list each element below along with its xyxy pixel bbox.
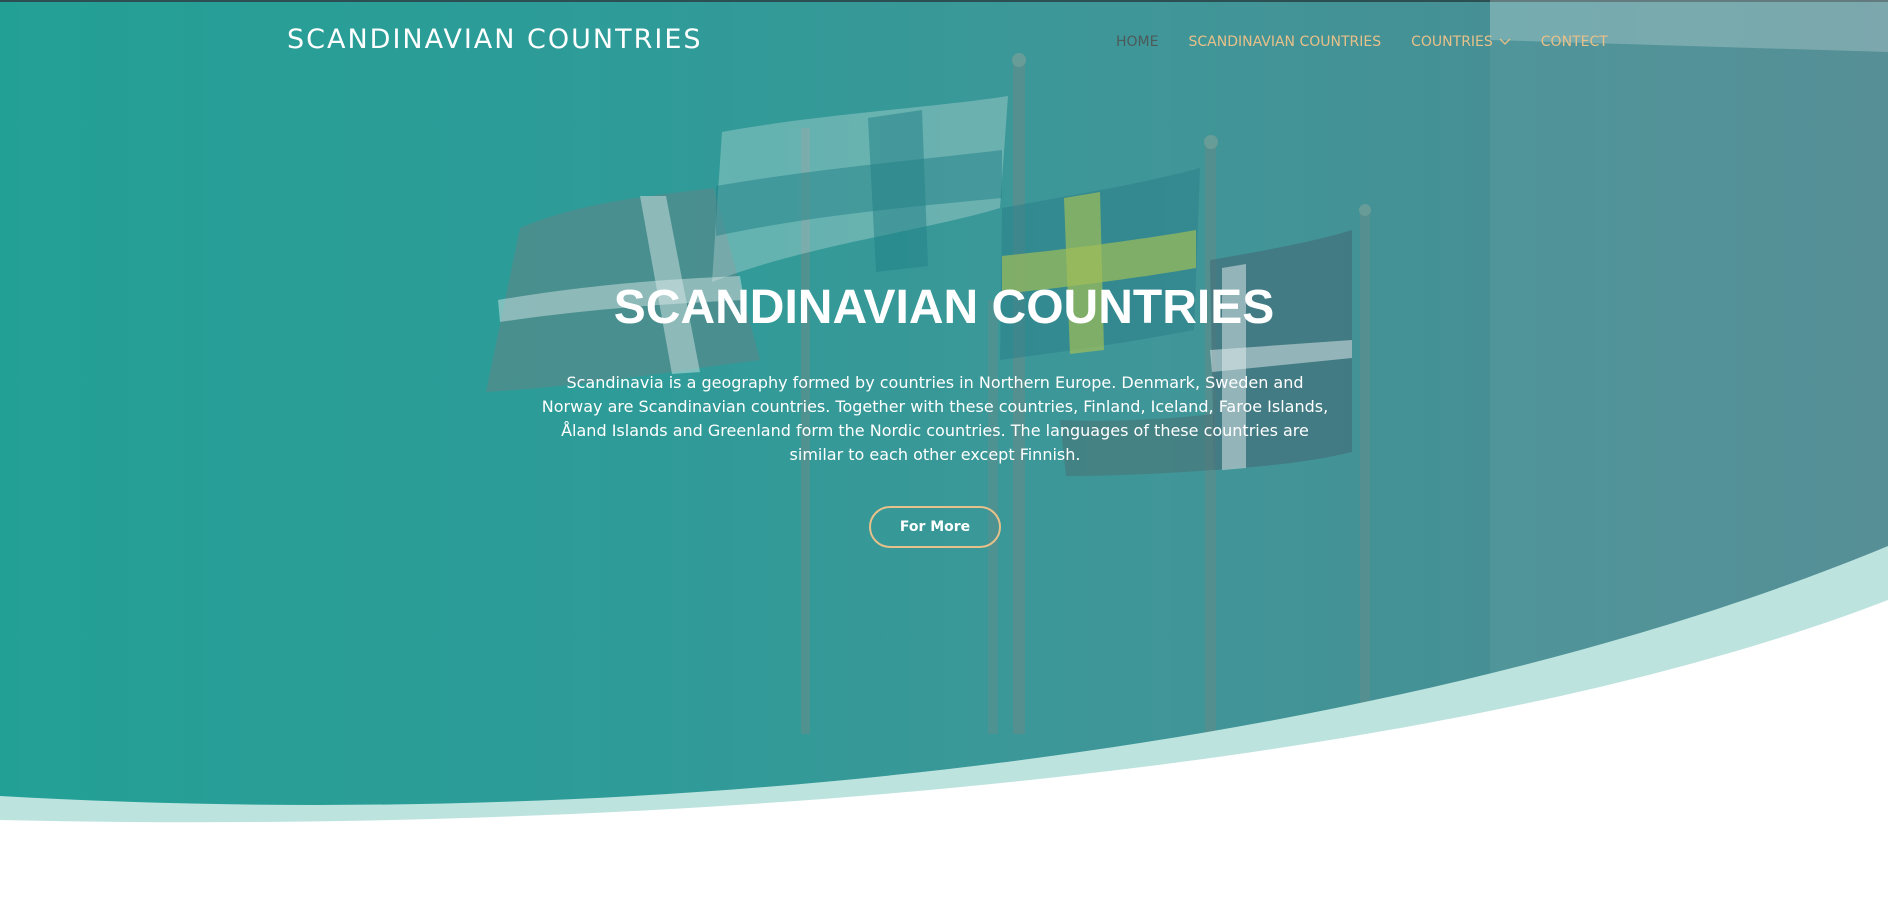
nav-home[interactable]: HOME bbox=[1116, 34, 1158, 50]
site-brand[interactable]: SCANDINAVIAN COUNTRIES bbox=[287, 24, 703, 55]
nav-scandinavian-countries[interactable]: SCANDINAVIAN COUNTRIES bbox=[1188, 34, 1381, 50]
hero-bottom-wave bbox=[0, 546, 1888, 830]
hero-description: Scandinavia is a geography formed by cou… bbox=[541, 373, 1329, 464]
hero-title: SCANDINAVIAN COUNTRIES bbox=[613, 281, 1275, 334]
nav-countries[interactable]: COUNTRIES bbox=[1411, 34, 1511, 50]
nav-countries-label: COUNTRIES bbox=[1411, 34, 1493, 50]
nav-contect[interactable]: CONTECT bbox=[1541, 34, 1608, 50]
chevron-down-icon bbox=[1499, 38, 1511, 45]
main-nav: HOME SCANDINAVIAN COUNTRIES COUNTRIES CO… bbox=[1116, 34, 1608, 50]
